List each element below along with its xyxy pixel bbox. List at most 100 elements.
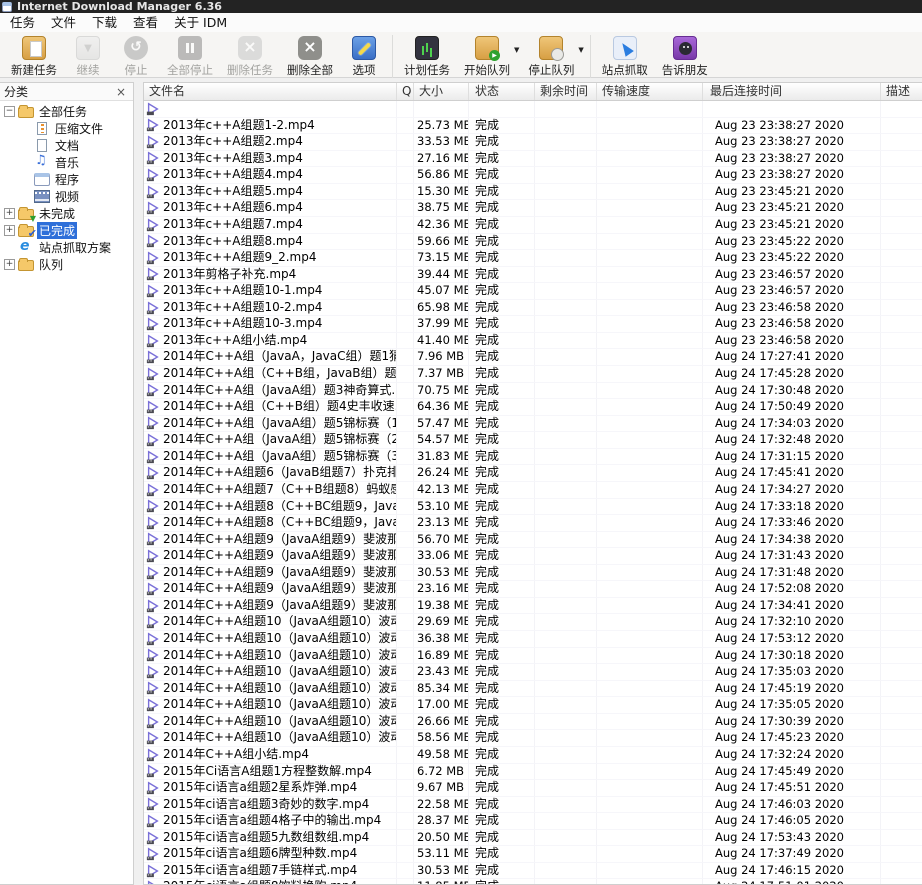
description-cell xyxy=(881,846,922,863)
table-row[interactable]: 2013年c++A组小结.mp4 41.40 MB 完成 Aug 23 23:4… xyxy=(144,332,922,350)
column-header[interactable]: 传输速度 xyxy=(597,83,703,100)
table-row[interactable]: 2014年C++A组（JavaA组）题5锦标赛（1... 57.47 MB 完成… xyxy=(144,415,922,433)
table-row[interactable]: 2014年C++A组题9（JavaA组题9）斐波那... 19.38 MB 完成… xyxy=(144,597,922,615)
table-row[interactable]: 2014年C++A组题10（JavaA组题10）波动... 58.56 MB 完… xyxy=(144,730,922,747)
tree-item[interactable]: 文档 xyxy=(0,137,133,154)
tree-expander-icon[interactable] xyxy=(4,208,15,219)
table-row[interactable]: 2014年C++A组题10（JavaA组题10）波动... 26.66 MB 完… xyxy=(144,713,922,731)
toolbar-button[interactable]: 停止队列 xyxy=(521,35,581,79)
table-row[interactable]: 2014年C++A组题9（JavaA组题9）斐波那... 33.06 MB 完成… xyxy=(144,548,922,565)
table-row[interactable]: 2013年c++A组题10-1.mp4 45.07 MB 完成 Aug 23 2… xyxy=(144,283,922,300)
file-name: 2013年c++A组题2.mp4 xyxy=(163,134,303,149)
menu-item[interactable]: 任务 xyxy=(2,13,43,32)
table-row[interactable]: 2013年c++A组题10-3.mp4 37.99 MB 完成 Aug 23 2… xyxy=(144,316,922,333)
tree-item[interactable]: 站点抓取方案 xyxy=(0,238,133,256)
size-cell: 56.86 MB xyxy=(414,167,469,184)
table-row[interactable]: 2014年C++A组（JavaA组）题5锦标赛（3... 31.83 MB 完成… xyxy=(144,448,922,466)
tree-item[interactable]: 压缩文件 xyxy=(0,120,133,137)
table-row[interactable]: 2014年C++A组（JavaA组）题5锦标赛（2... 54.57 MB 完成… xyxy=(144,432,922,449)
toolbar-button[interactable]: 删除全部 xyxy=(280,35,340,79)
table-row[interactable]: 2014年C++A组题10（JavaA组题10）波动... 16.89 MB 完… xyxy=(144,647,922,665)
toolbar-button[interactable]: 删除任务 xyxy=(220,35,280,79)
table-row[interactable]: 2014年C++A组（JavaA组）题3神奇算式.... 70.75 MB 完成… xyxy=(144,382,922,400)
table-row-partial[interactable] xyxy=(144,101,922,118)
column-header[interactable]: 状态 xyxy=(469,83,535,100)
tree-expander-icon[interactable] xyxy=(4,106,15,117)
toolbar-button[interactable]: 开始队列 xyxy=(457,35,517,79)
column-header[interactable]: Q xyxy=(397,83,414,100)
tree-item[interactable]: 视频 xyxy=(0,188,133,205)
table-row[interactable]: 2014年C++A组题9（JavaA组题9）斐波那... 23.16 MB 完成… xyxy=(144,581,922,598)
table-row[interactable]: 2014年C++A组题10（JavaA组题10）波动... 23.43 MB 完… xyxy=(144,664,922,681)
column-header[interactable]: 最后连接时间 xyxy=(703,83,881,100)
table-row[interactable]: 2014年C++A组题10（JavaA组题10）波动... 29.69 MB 完… xyxy=(144,614,922,631)
table-row[interactable]: 2014年C++A组（JavaA，JavaC组）题1猜... 7.96 MB 完… xyxy=(144,349,922,366)
toolbar-button[interactable]: 告诉朋友 xyxy=(655,35,715,79)
tree-expander-icon[interactable] xyxy=(4,259,15,270)
table-row[interactable]: 2013年剪格子补充.mp4 39.44 MB 完成 Aug 23 23:46:… xyxy=(144,266,922,284)
column-header[interactable]: 描述 xyxy=(881,83,922,100)
table-row[interactable]: 2013年c++A组题4.mp4 56.86 MB 完成 Aug 23 23:3… xyxy=(144,167,922,184)
toolbar-button[interactable]: 停止 xyxy=(112,35,160,79)
toolbar-button[interactable]: 选项 xyxy=(340,35,388,79)
table-row[interactable]: 2014年C++A组题10（JavaA组题10）波动... 85.34 MB 完… xyxy=(144,680,922,698)
table-row[interactable]: 2014年C++A组题10（JavaA组题10）波动... 36.38 MB 完… xyxy=(144,631,922,648)
table-row[interactable]: 2015年ci语言a组题4格子中的输出.mp4 28.37 MB 完成 Aug … xyxy=(144,813,922,830)
table-row[interactable]: 2014年C++A组题8（C++BC组题9，JavaB... 53.10 MB … xyxy=(144,498,922,516)
table-row[interactable]: 2015年ci语言a组题8饮料换购.mp4 11.85 MB 完成 Aug 24… xyxy=(144,879,922,884)
table-row[interactable]: 2013年c++A组题2.mp4 33.53 MB 完成 Aug 23 23:3… xyxy=(144,134,922,151)
toolbar-button[interactable]: 全部停止 xyxy=(160,35,220,79)
column-header[interactable]: 文件名 xyxy=(144,83,397,100)
table-row[interactable]: 2015年ci语言a组题2星系炸弹.mp4 9.67 MB 完成 Aug 24 … xyxy=(144,780,922,797)
table-row[interactable]: 2015年ci语言a组题6牌型种数.mp4 53.11 MB 完成 Aug 24… xyxy=(144,846,922,863)
tree-item[interactable]: 全部任务 xyxy=(0,103,133,120)
description-cell xyxy=(881,432,922,449)
table-row[interactable]: 2015年ci语言a组题3奇妙的数字.mp4 22.58 MB 完成 Aug 2… xyxy=(144,796,922,814)
menu-item[interactable]: 文件 xyxy=(43,13,84,32)
dropdown-arrow-icon[interactable]: ▼ xyxy=(513,46,520,54)
table-row[interactable]: 2014年C++A组题7（C++B组题8）蚂蚁感... 42.13 MB 完成 … xyxy=(144,481,922,499)
table-row[interactable]: 2013年c++A组题8.mp4 59.66 MB 完成 Aug 23 23:4… xyxy=(144,233,922,251)
size-cell: 29.69 MB xyxy=(414,614,469,631)
tree-item[interactable]: 程序 xyxy=(0,171,133,188)
table-row[interactable]: 2014年C++A组题9（JavaA组题9）斐波那... 30.53 MB 完成… xyxy=(144,564,922,582)
tree-expander-icon[interactable] xyxy=(4,225,15,236)
table-row[interactable]: 2013年c++A组题9_2.mp4 73.15 MB 完成 Aug 23 23… xyxy=(144,250,922,267)
toolbar-button[interactable]: 站点抓取 xyxy=(589,35,655,79)
table-row[interactable]: 2013年c++A组题5.mp4 15.30 MB 完成 Aug 23 23:4… xyxy=(144,183,922,201)
time-left-cell xyxy=(535,233,597,251)
table-row[interactable]: 2014年C++A组题10（JavaA组题10）波动... 17.00 MB 完… xyxy=(144,697,922,714)
column-header[interactable]: 剩余时间 xyxy=(535,83,597,100)
menu-item[interactable]: 查看 xyxy=(125,13,166,32)
size-cell: 9.67 MB xyxy=(414,780,469,797)
table-row[interactable]: 2013年c++A组题1-2.mp4 25.73 MB 完成 Aug 23 23… xyxy=(144,117,922,135)
table-row[interactable]: 2015年ci语言a组题5九数组数组.mp4 20.50 MB 完成 Aug 2… xyxy=(144,829,922,847)
tree-item[interactable]: 未完成 xyxy=(0,205,133,223)
window-title: Internet Download Manager 6.36 xyxy=(17,0,222,13)
close-icon[interactable]: × xyxy=(113,86,129,98)
panel-splitter[interactable] xyxy=(134,82,143,885)
table-row[interactable]: 2014年C++A组（C++B组）题4史丰收速... 64.36 MB 完成 A… xyxy=(144,399,922,416)
toolbar-button[interactable]: 继续 xyxy=(64,35,112,79)
table-row[interactable]: 2014年C++A组（C++B组，JavaB组）题2... 7.37 MB 完成… xyxy=(144,366,922,383)
toolbar-button[interactable]: 新建任务 xyxy=(4,35,64,79)
table-row[interactable]: 2013年c++A组题7.mp4 42.36 MB 完成 Aug 23 23:4… xyxy=(144,216,922,234)
toolbar-button[interactable]: 计划任务 xyxy=(392,35,457,79)
menu-item[interactable]: 关于 IDM xyxy=(166,13,235,32)
file-name: 2014年C++A组题10（JavaA组题10）波动... xyxy=(163,730,397,745)
table-row[interactable]: 2014年C++A组题6（JavaB组题7）扑克排... 26.24 MB 完成… xyxy=(144,465,922,482)
dropdown-arrow-icon[interactable]: ▼ xyxy=(577,46,584,54)
table-row[interactable]: 2013年c++A组题6.mp4 38.75 MB 完成 Aug 23 23:4… xyxy=(144,200,922,217)
table-row[interactable]: 2014年C++A组题8（C++BC组题9，JavaB... 23.13 MB … xyxy=(144,515,922,532)
column-header[interactable]: 大小 xyxy=(414,83,469,100)
table-row[interactable]: 2014年C++A组小结.mp4 49.58 MB 完成 Aug 24 17:3… xyxy=(144,746,922,764)
table-row[interactable]: 2014年C++A组题9（JavaA组题9）斐波那... 56.70 MB 完成… xyxy=(144,531,922,549)
table-row[interactable]: 2015年Ci语言A组题1方程整数解.mp4 6.72 MB 完成 Aug 24… xyxy=(144,763,922,781)
table-row[interactable]: 2015年ci语言a组题7手链样式.mp4 30.53 MB 完成 Aug 24… xyxy=(144,862,922,880)
menu-item[interactable]: 下载 xyxy=(84,13,125,32)
table-row[interactable]: 2013年c++A组题10-2.mp4 65.98 MB 完成 Aug 23 2… xyxy=(144,299,922,317)
table-row[interactable]: 2013年c++A组题3.mp4 27.16 MB 完成 Aug 23 23:3… xyxy=(144,150,922,168)
tree-item[interactable]: 已完成 xyxy=(0,222,133,240)
tree-item[interactable]: 队列 xyxy=(0,256,133,273)
tree-item[interactable]: 音乐 xyxy=(0,153,133,171)
